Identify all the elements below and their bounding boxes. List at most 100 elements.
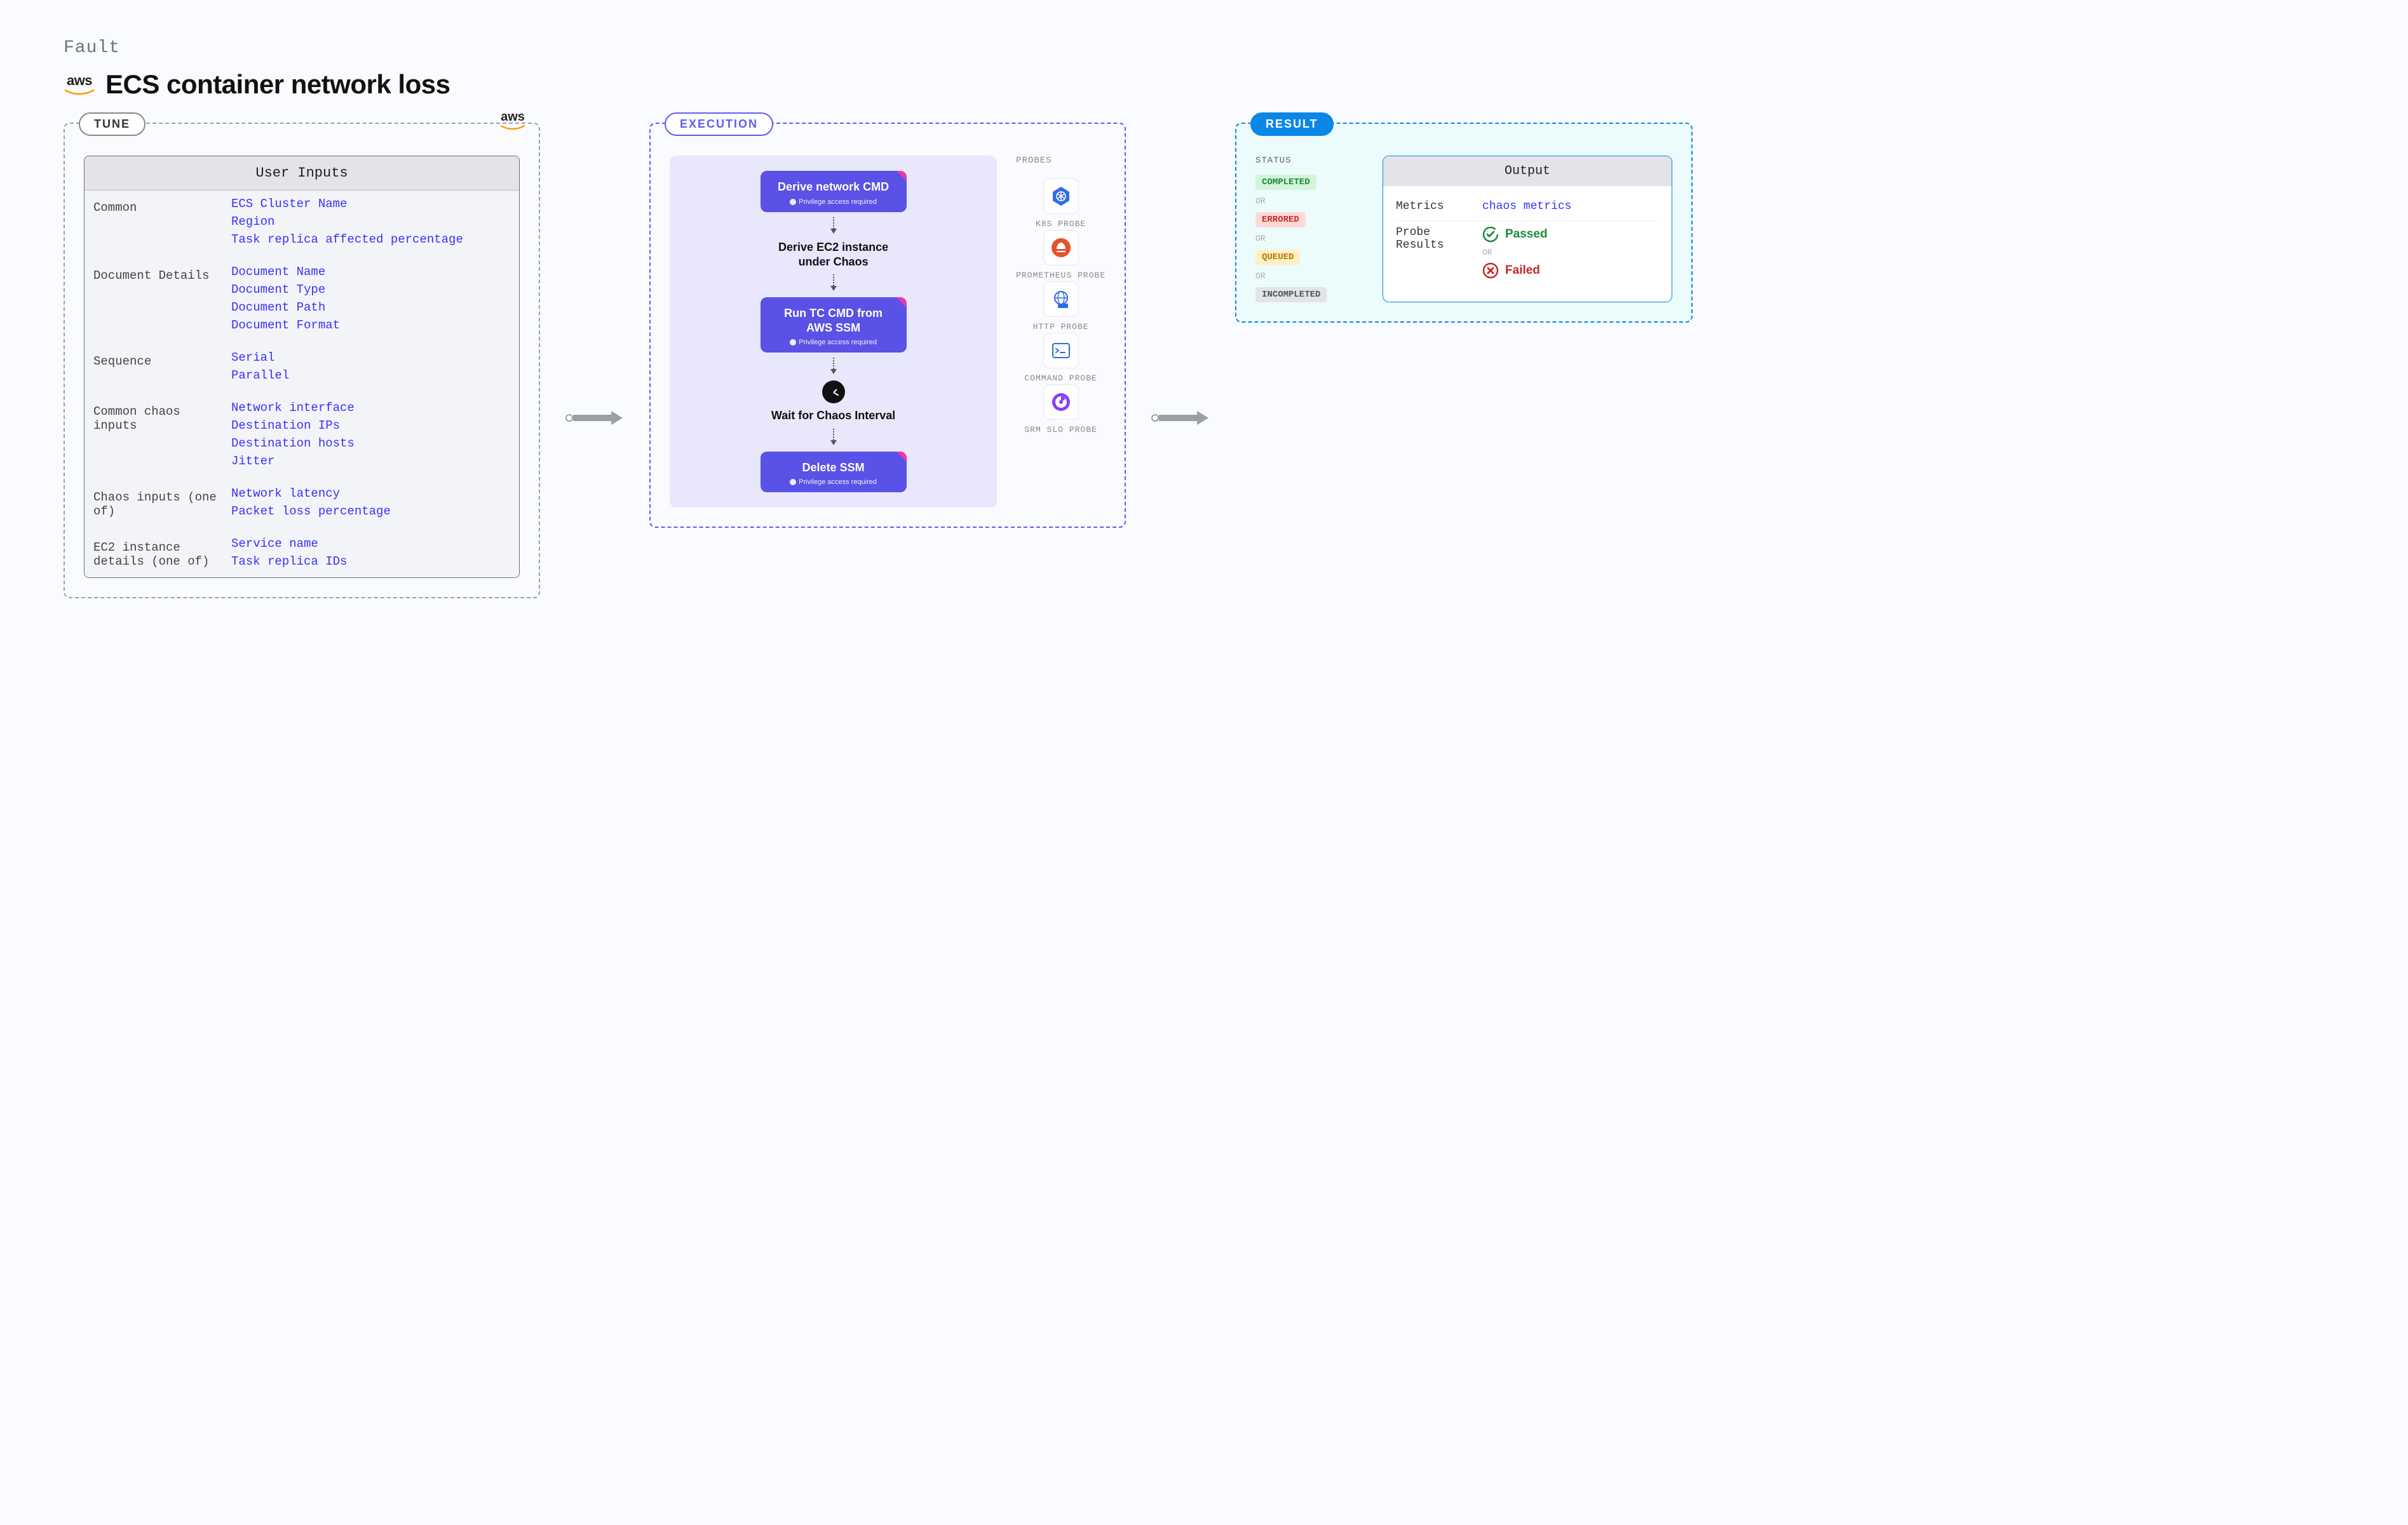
execution-step-card: Derive network CMD Privilege access requ…: [761, 171, 907, 212]
result-tag: RESULT: [1250, 112, 1334, 136]
prom-probe-icon: [1043, 230, 1079, 265]
corner-badge-icon: [896, 297, 907, 307]
page-title: ECS container network loss: [105, 69, 450, 100]
probes-label: PROBES: [1016, 156, 1106, 166]
step-title: Derive network CMD: [773, 180, 894, 194]
chaos-metrics-link[interactable]: chaos metrics: [1482, 200, 1571, 213]
check-circle-icon: [1482, 226, 1499, 243]
execution-tag: EXECUTION: [665, 112, 773, 136]
aws-logo-icon: aws: [64, 72, 95, 97]
status-badge: QUEUED: [1255, 250, 1300, 265]
input-item: Packet loss percentage: [231, 504, 391, 518]
result-panel: RESULT STATUS COMPLETEDORERROREDORQUEUED…: [1235, 123, 1693, 323]
x-circle-icon: [1482, 262, 1499, 279]
section-label: Chaos inputs (one of): [93, 487, 224, 518]
priv-dot-icon: [790, 199, 796, 205]
step-title: Run TC CMD from AWS SSM: [773, 306, 894, 335]
execution-step-plain: Derive EC2 instance under Chaos: [770, 240, 897, 270]
corner-badge-icon: [896, 452, 907, 462]
input-item: Destination IPs: [231, 419, 355, 433]
connector-dot-icon: [1151, 414, 1159, 422]
probe-name: COMMAND PROBE: [1024, 373, 1097, 384]
http-probe-icon: [1043, 281, 1079, 317]
input-item: Destination hosts: [231, 436, 355, 450]
input-item: Network interface: [231, 401, 355, 415]
metrics-row: Metrics chaos metrics: [1396, 195, 1659, 218]
priv-note: Privilege access required: [773, 339, 894, 346]
input-item: Task replica IDs: [231, 554, 347, 568]
metrics-label: Metrics: [1396, 200, 1472, 213]
status-badge: INCOMPLETED: [1255, 287, 1327, 302]
priv-dot-icon: [790, 479, 796, 485]
probe-item: COMMAND PROBE: [1016, 333, 1106, 384]
status-badge: ERRORED: [1255, 212, 1306, 227]
input-item: Serial: [231, 351, 289, 365]
input-item: Network latency: [231, 487, 391, 500]
probe-item: K8S PROBE: [1016, 178, 1106, 230]
input-section: CommonECS Cluster NameRegionTask replica…: [85, 191, 519, 255]
probe-result-passed: Passed: [1482, 226, 1548, 243]
section-label: Sequence: [93, 351, 224, 382]
input-section: EC2 instance details (one of) Service nam…: [85, 527, 519, 577]
slo-probe-icon: [1043, 384, 1079, 420]
flow-arrow-icon: [830, 429, 837, 447]
probe-name: PROMETHEUS PROBE: [1016, 271, 1106, 281]
diagram-body: TUNE aws User Inputs CommonECS Cluster N…: [64, 123, 2344, 598]
tune-tag: TUNE: [79, 112, 145, 136]
title-row: aws ECS container network loss: [64, 69, 2344, 100]
probe-name: SRM SLO PROBE: [1024, 425, 1097, 436]
status-label: STATUS: [1255, 156, 1363, 166]
or-label: OR: [1255, 234, 1363, 243]
input-item: Document Type: [231, 283, 340, 297]
priv-note: Privilege access required: [773, 478, 894, 486]
probes-column: PROBES K8S PROBE PROMETHEUS PROBE HTTP P…: [1016, 156, 1106, 507]
input-item: Parallel: [231, 368, 289, 382]
user-inputs-box: User Inputs CommonECS Cluster NameRegion…: [84, 156, 520, 578]
execution-panel: EXECUTION Derive network CMD Privilege a…: [649, 123, 1126, 528]
input-section: Chaos inputs (one of) Network latency Pack…: [85, 477, 519, 527]
priv-dot-icon: [790, 339, 796, 346]
connector-arrow: [1151, 408, 1210, 427]
probe-name: K8S PROBE: [1036, 219, 1086, 230]
status-badge: COMPLETED: [1255, 175, 1316, 190]
probe-item: SRM SLO PROBE: [1016, 384, 1106, 436]
clock-icon: [822, 380, 845, 403]
execution-step-card: Delete SSM Privilege access required: [761, 452, 907, 493]
connector-arrow: [565, 408, 624, 427]
probe-item: PROMETHEUS PROBE: [1016, 230, 1106, 281]
input-item: Document Name: [231, 265, 340, 279]
execution-step-card: Run TC CMD from AWS SSM Privilege access…: [761, 297, 907, 353]
input-item: Region: [231, 215, 463, 229]
step-title: Delete SSM: [773, 460, 894, 475]
execution-flow: Derive network CMD Privilege access requ…: [670, 156, 997, 507]
input-item: Task replica affected percentage: [231, 232, 463, 246]
aws-corner-icon: aws: [499, 110, 526, 131]
or-label: OR: [1255, 271, 1363, 281]
diagram-header: Fault aws ECS container network loss: [64, 38, 2344, 100]
input-section: Sequence Serial Parallel: [85, 341, 519, 391]
or-label: OR: [1482, 248, 1548, 257]
input-item: Service name: [231, 537, 347, 551]
input-item: Document Format: [231, 318, 340, 332]
fault-label: Fault: [64, 38, 2344, 58]
section-label: Common chaos inputs: [93, 401, 224, 468]
probe-name: HTTP PROBE: [1033, 322, 1089, 333]
corner-badge-icon: [896, 171, 907, 181]
input-item: Jitter: [231, 454, 355, 468]
probe-results-label: Probe Results: [1396, 226, 1472, 252]
input-item: Document Path: [231, 300, 340, 314]
flow-arrow-icon: [830, 217, 837, 235]
output-header: Output: [1383, 156, 1672, 186]
section-label: EC2 instance details (one of): [93, 537, 224, 568]
probe-item: HTTP PROBE: [1016, 281, 1106, 333]
input-section: Document DetailsDocument NameDocument Ty…: [85, 255, 519, 341]
connector-dot-icon: [565, 414, 573, 422]
user-inputs-header: User Inputs: [85, 156, 519, 191]
output-box: Output Metrics chaos metrics Probe Resul…: [1383, 156, 1672, 302]
priv-note: Privilege access required: [773, 198, 894, 206]
k8s-probe-icon: [1043, 178, 1079, 214]
probe-results-row: Probe Results Passed OR Failed: [1396, 220, 1659, 284]
input-item: ECS Cluster Name: [231, 197, 463, 211]
tune-panel: TUNE aws User Inputs CommonECS Cluster N…: [64, 123, 540, 598]
probe-result-failed: Failed: [1482, 262, 1548, 279]
